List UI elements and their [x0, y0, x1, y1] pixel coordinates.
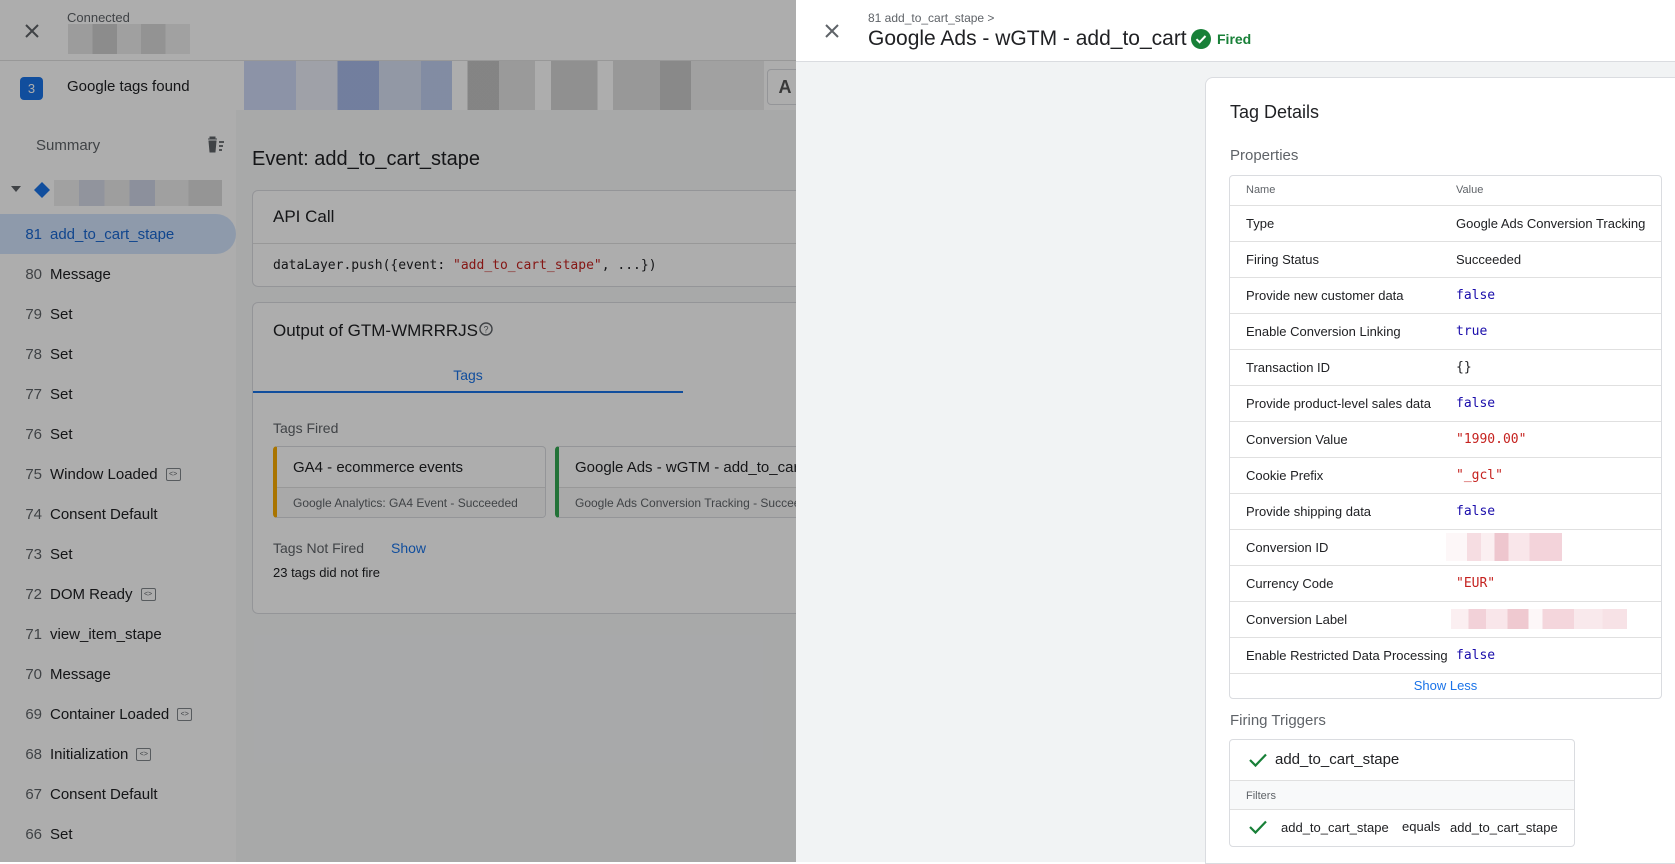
property-value: {} [1456, 360, 1472, 375]
filter-operator: equals [1402, 819, 1441, 834]
property-name: Enable Conversion Linking [1246, 324, 1401, 339]
tag-detail-panel: 81 add_to_cart_stape > Google Ads - wGTM… [796, 0, 1675, 864]
breadcrumb[interactable]: 81 add_to_cart_stape > [868, 11, 994, 25]
table-row: Provide product-level sales data false [1230, 386, 1661, 422]
table-row: Currency Code "EUR" [1230, 566, 1661, 602]
property-name: Provide new customer data [1246, 288, 1404, 303]
property-name: Conversion Label [1246, 612, 1348, 627]
filters-header: Filters [1230, 780, 1574, 810]
property-name: Enable Restricted Data Processing [1246, 648, 1448, 663]
panel-title: Google Ads - wGTM - add_to_cart [868, 27, 1187, 50]
tag-details-title: Tag Details [1230, 102, 1320, 122]
filter-value: add_to_cart_stape [1450, 820, 1558, 835]
trigger-name: add_to_cart_stape [1275, 751, 1400, 768]
property-value: true [1456, 324, 1488, 339]
property-value: false [1456, 648, 1496, 663]
property-value: "_gcl" [1456, 468, 1503, 483]
close-icon[interactable] [818, 17, 846, 45]
column-header-value: Value [1456, 184, 1484, 196]
property-name: Conversion ID [1246, 540, 1329, 555]
property-value: "EUR" [1456, 576, 1496, 591]
table-row: Conversion Label [1230, 602, 1661, 638]
check-circle-icon [1191, 29, 1211, 49]
fired-status-text: Fired [1217, 31, 1252, 47]
table-row: Type Google Ads Conversion Tracking [1230, 206, 1661, 242]
properties-table: Name Value Type Google Ads Conversion Tra… [1229, 175, 1662, 699]
property-name: Firing Status [1246, 252, 1319, 267]
trigger-card: add_to_cart_stape Filters add_to_cart_st… [1229, 739, 1575, 847]
firing-triggers-label: Firing Triggers [1230, 712, 1326, 729]
property-value: false [1456, 504, 1496, 519]
column-header-name: Name [1246, 184, 1276, 196]
property-value: Google Ads Conversion Tracking [1456, 216, 1646, 231]
table-row: Conversion Value "1990.00" [1230, 422, 1661, 458]
show-less-link[interactable]: Show Less [1230, 674, 1661, 698]
filter-variable: add_to_cart_stape [1281, 820, 1389, 835]
properties-label: Properties [1230, 147, 1299, 164]
table-header: Name Value [1230, 176, 1661, 206]
trigger-row[interactable]: add_to_cart_stape [1230, 740, 1574, 780]
property-value: false [1456, 396, 1496, 411]
tag-details-card: Tag Details Properties Name Value Type Go… [1205, 77, 1675, 864]
table-row: Firing Status Succeeded [1230, 242, 1661, 278]
redacted-value [1446, 533, 1562, 561]
property-name: Type [1246, 216, 1275, 231]
table-row: Provide shipping data false [1230, 494, 1661, 530]
property-name: Provide shipping data [1246, 504, 1372, 519]
panel-header: 81 add_to_cart_stape > Google Ads - wGTM… [796, 0, 1675, 62]
check-icon [1249, 820, 1267, 835]
table-row: Cookie Prefix "_gcl" [1230, 458, 1661, 494]
check-icon [1249, 753, 1267, 768]
filters-label: Filters [1246, 790, 1276, 802]
property-name: Cookie Prefix [1246, 468, 1324, 483]
property-value: false [1456, 288, 1496, 303]
property-name: Transaction ID [1246, 360, 1331, 375]
redacted-value [1451, 609, 1627, 629]
fired-status-badge: Fired [1191, 29, 1251, 49]
table-row: Conversion ID [1230, 530, 1661, 566]
table-row: Provide new customer data false [1230, 278, 1661, 314]
property-value: "1990.00" [1456, 432, 1527, 447]
property-name: Currency Code [1246, 576, 1334, 591]
table-row: Transaction ID {} [1230, 350, 1661, 386]
filter-row: add_to_cart_stape equals add_to_cart_sta… [1230, 810, 1574, 846]
property-name: Conversion Value [1246, 432, 1348, 447]
table-row: Enable Conversion Linking true [1230, 314, 1661, 350]
property-value: Succeeded [1456, 252, 1522, 267]
table-row: Enable Restricted Data Processing false [1230, 638, 1661, 674]
property-name: Provide product-level sales data [1246, 396, 1431, 411]
